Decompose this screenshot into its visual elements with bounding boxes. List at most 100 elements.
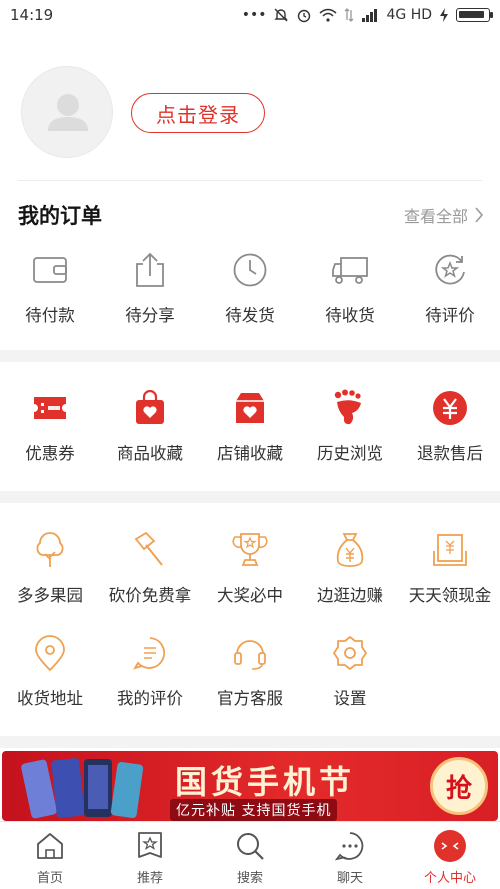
footprint-icon	[330, 388, 370, 428]
service-label: 商品收藏	[117, 444, 183, 463]
trophy-icon	[230, 530, 270, 570]
nav-search[interactable]: 搜索	[200, 822, 300, 889]
grab-button[interactable]: 抢	[430, 757, 488, 815]
banner-subtitle: 亿元补贴 支持国货手机	[170, 799, 338, 821]
share-icon	[130, 250, 170, 290]
refund-after-sale-item[interactable]: 退款售后	[400, 388, 500, 464]
order-pending-shipment[interactable]: 待发货	[200, 250, 300, 326]
my-reviews-item[interactable]: 我的评价	[100, 633, 200, 709]
refund-icon	[430, 388, 470, 428]
review-star-icon	[430, 250, 470, 290]
coupon-icon	[30, 388, 70, 428]
bargain-free-item[interactable]: 砍价免费拿	[100, 530, 200, 606]
order-pending-receipt[interactable]: 待收货	[300, 250, 400, 326]
view-all-orders-link[interactable]: 查看全部	[404, 203, 484, 227]
tool-label: 官方客服	[217, 689, 283, 708]
nav-chat[interactable]: 聊天	[300, 822, 400, 889]
nav-recommend[interactable]: 推荐	[100, 822, 200, 889]
phones-illustration	[21, 758, 144, 819]
customer-service-item[interactable]: 官方客服	[200, 633, 300, 709]
mute-icon	[274, 8, 289, 22]
order-item-label: 待发货	[225, 306, 275, 325]
services-row: 优惠券 商品收藏 店铺收藏 历史浏览 退款售后	[0, 388, 500, 464]
cash-envelope-icon	[430, 530, 470, 570]
truck-icon	[330, 250, 370, 290]
tool-label: 边逛边赚	[317, 586, 383, 605]
tool-label: 多多果园	[17, 586, 83, 605]
location-icon	[30, 633, 70, 673]
settings-item[interactable]: 设置	[300, 633, 400, 709]
tool-label: 设置	[333, 689, 367, 708]
banner-title: 国货手机节	[175, 763, 356, 801]
status-bar: 14:19 ••• 4G HD	[0, 0, 500, 30]
tool-label: 砍价免费拿	[108, 586, 192, 605]
money-bag-icon	[330, 530, 370, 570]
tool-label: 天天领现金	[408, 586, 492, 605]
login-button[interactable]: 点击登录	[131, 93, 265, 133]
shop-favorites-item[interactable]: 店铺收藏	[200, 388, 300, 464]
order-item-label: 待付款	[25, 306, 75, 325]
wifi-icon	[319, 8, 337, 22]
recommend-icon	[133, 829, 167, 863]
orders-title: 我的订单	[18, 204, 102, 228]
view-all-label: 查看全部	[403, 207, 468, 226]
home-icon	[33, 829, 67, 863]
service-label: 优惠券	[25, 444, 75, 463]
avatar[interactable]	[21, 66, 113, 158]
order-pending-review[interactable]: 待评价	[400, 250, 500, 326]
bag-heart-icon	[130, 388, 170, 428]
profile-divider	[18, 180, 482, 181]
section-gap	[0, 491, 500, 503]
order-item-label: 待收货	[325, 306, 375, 325]
axe-icon	[130, 530, 170, 570]
service-label: 退款售后	[417, 444, 483, 463]
service-label: 店铺收藏	[217, 444, 283, 463]
section-gap	[0, 350, 500, 362]
orders-header: 我的订单 查看全部	[0, 196, 500, 236]
tool-label: 大奖必中	[217, 586, 283, 605]
bottom-nav: 首页 推荐 搜索 聊天 个人中心	[0, 821, 500, 889]
network-type: 4G HD	[386, 7, 432, 23]
nav-label: 聊天	[336, 871, 363, 886]
dots-icon: •••	[241, 7, 267, 23]
tools-row-1: 多多果园 砍价免费拿 大奖必中 边逛边赚 天天领现金	[0, 530, 500, 606]
nav-label: 首页	[36, 871, 63, 886]
profile-icon	[433, 829, 467, 863]
data-icon	[345, 8, 354, 22]
browse-history-item[interactable]: 历史浏览	[300, 388, 400, 464]
nav-label: 推荐	[136, 871, 163, 886]
wallet-icon	[30, 250, 70, 290]
nav-home[interactable]: 首页	[0, 822, 100, 889]
headset-icon	[230, 633, 270, 673]
status-icons: ••• 4G HD	[241, 7, 493, 23]
nav-label: 搜索	[236, 871, 263, 886]
section-gap	[0, 736, 500, 748]
browse-earn-item[interactable]: 边逛边赚	[300, 530, 400, 606]
order-item-label: 待分享	[125, 306, 175, 325]
grand-prize-item[interactable]: 大奖必中	[200, 530, 300, 606]
chevron-right-icon	[475, 207, 484, 223]
clock-icon	[230, 250, 270, 290]
battery-icon	[456, 8, 493, 22]
orchard-item[interactable]: 多多果园	[0, 530, 100, 606]
order-pending-payment[interactable]: 待付款	[0, 250, 100, 326]
shop-heart-icon	[230, 388, 270, 428]
alarm-icon	[298, 9, 311, 23]
signal-icon	[362, 9, 378, 22]
tree-icon	[30, 530, 70, 570]
settings-icon	[330, 633, 370, 673]
daily-cash-item[interactable]: 天天领现金	[400, 530, 500, 606]
nav-profile[interactable]: 个人中心	[400, 822, 500, 889]
tool-label: 我的评价	[117, 689, 183, 708]
shipping-address-item[interactable]: 收货地址	[0, 633, 100, 709]
product-favorites-item[interactable]: 商品收藏	[100, 388, 200, 464]
user-placeholder-icon	[48, 94, 88, 131]
order-pending-share[interactable]: 待分享	[100, 250, 200, 326]
coupon-item[interactable]: 优惠券	[0, 388, 100, 464]
charging-icon	[440, 8, 448, 22]
tool-label: 收货地址	[17, 689, 83, 708]
status-time: 14:19	[10, 6, 54, 24]
nav-label: 个人中心	[423, 871, 476, 886]
chat-icon	[333, 829, 367, 863]
promo-banner[interactable]: 国货手机节 亿元补贴 支持国货手机 抢	[2, 751, 498, 821]
